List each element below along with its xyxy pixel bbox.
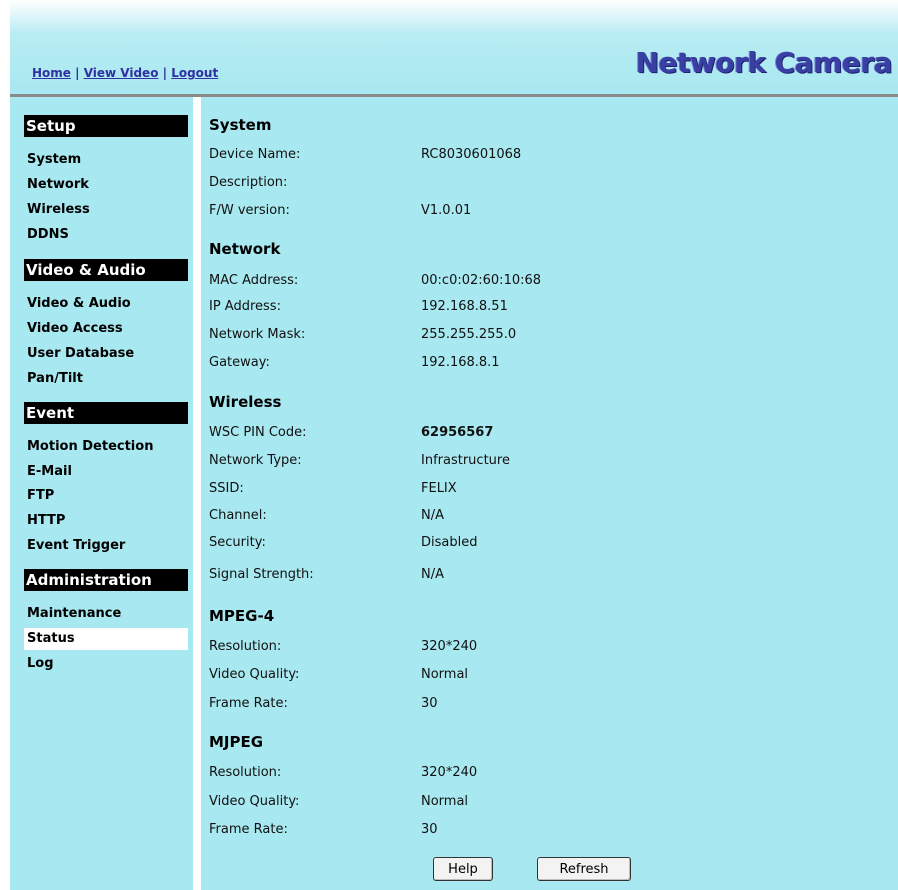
field-label: Security: — [209, 535, 266, 550]
mpeg4-resolution-value: 320*240 — [421, 639, 478, 654]
fw-version-value: V1.0.01 — [421, 203, 472, 218]
gateway-value: 192.168.8.1 — [421, 355, 500, 370]
view-video-link[interactable]: View Video — [84, 66, 159, 80]
sidebar-item-video-access[interactable]: Video Access — [24, 318, 188, 340]
security-value: Disabled — [421, 535, 478, 550]
field-label: SSID: — [209, 481, 244, 496]
group-title-mpeg4: MPEG-4 — [209, 607, 275, 625]
sidebar-item-maintenance[interactable]: Maintenance — [24, 603, 188, 625]
sidebar-item-wireless[interactable]: Wireless — [24, 199, 188, 221]
field-label: IP Address: — [209, 299, 281, 314]
group-title-mjpeg: MJPEG — [209, 733, 264, 751]
field-label: Resolution: — [209, 639, 282, 654]
sidebar-item-email[interactable]: E-Mail — [24, 461, 188, 483]
header-banner: Home | View Video | Logout Network Camer… — [10, 0, 898, 94]
sidebar-item-log[interactable]: Log — [24, 653, 188, 675]
wsc-pin-value: 62956567 — [421, 425, 494, 440]
field-label: Resolution: — [209, 765, 282, 780]
mjpeg-frame-rate-value: 30 — [421, 822, 438, 837]
sidebar-item-motion-detection[interactable]: Motion Detection — [24, 436, 188, 458]
group-title-network: Network — [209, 240, 281, 258]
nav-separator: | — [158, 66, 172, 80]
field-label: Network Type: — [209, 453, 302, 468]
brand-logo: Network Camera — [635, 46, 893, 79]
channel-value: N/A — [421, 508, 444, 523]
nav-separator: | — [70, 66, 84, 80]
field-label: Device Name: — [209, 147, 301, 162]
sidebar-section-administration: Administration — [24, 569, 188, 591]
device-name-value: RC8030601068 — [421, 147, 522, 162]
sidebar-item-system[interactable]: System — [24, 149, 188, 171]
help-button[interactable]: Help — [433, 857, 493, 881]
field-label: Network Mask: — [209, 327, 306, 342]
field-label: Gateway: — [209, 355, 270, 370]
sidebar-item-http[interactable]: HTTP — [24, 510, 188, 532]
field-label: Channel: — [209, 508, 267, 523]
group-title-system: System — [209, 116, 272, 134]
sidebar-item-pan-tilt[interactable]: Pan/Tilt — [24, 368, 188, 390]
field-label: Video Quality: — [209, 794, 300, 809]
sidebar-item-ddns[interactable]: DDNS — [24, 224, 188, 246]
logout-link[interactable]: Logout — [171, 66, 218, 80]
ssid-value: FELIX — [421, 481, 457, 496]
sidebar-item-status[interactable]: Status — [24, 628, 188, 650]
mjpeg-resolution-value: 320*240 — [421, 765, 478, 780]
field-label: Description: — [209, 175, 288, 190]
sidebar-item-ftp[interactable]: FTP — [24, 485, 188, 507]
mjpeg-quality-value: Normal — [421, 794, 469, 809]
status-panel: System Device Name: RC8030601068 Descrip… — [201, 97, 898, 890]
top-nav: Home | View Video | Logout — [32, 66, 218, 80]
sidebar-item-video-audio[interactable]: Video & Audio — [24, 293, 188, 315]
sidebar-item-event-trigger[interactable]: Event Trigger — [24, 535, 188, 557]
sidebar-section-video-audio: Video & Audio — [24, 259, 188, 281]
signal-strength-value: N/A — [421, 567, 444, 582]
group-title-wireless: Wireless — [209, 393, 282, 411]
field-label: Signal Strength: — [209, 567, 314, 582]
home-link[interactable]: Home — [32, 66, 71, 80]
sidebar-section-event: Event — [24, 402, 188, 424]
field-label: F/W version: — [209, 203, 290, 218]
field-label: Frame Rate: — [209, 696, 288, 711]
network-type-value: Infrastructure — [421, 453, 510, 468]
sidebar-item-user-database[interactable]: User Database — [24, 343, 188, 365]
column-divider — [193, 97, 201, 890]
field-label: WSC PIN Code: — [209, 425, 307, 440]
mpeg4-frame-rate-value: 30 — [421, 696, 438, 711]
sidebar-section-setup: Setup — [24, 115, 188, 137]
sidebar-item-network[interactable]: Network — [24, 174, 188, 196]
refresh-button[interactable]: Refresh — [537, 857, 631, 881]
sidebar: Setup System Network Wireless DDNS Video… — [10, 97, 193, 890]
field-label: Frame Rate: — [209, 822, 288, 837]
mpeg4-quality-value: Normal — [421, 667, 469, 682]
ip-address-value: 192.168.8.51 — [421, 299, 508, 314]
field-label: MAC Address: — [209, 273, 299, 288]
mac-address-value: 00:c0:02:60:10:68 — [421, 273, 542, 288]
network-mask-value: 255.255.255.0 — [421, 327, 517, 342]
field-label: Video Quality: — [209, 667, 300, 682]
